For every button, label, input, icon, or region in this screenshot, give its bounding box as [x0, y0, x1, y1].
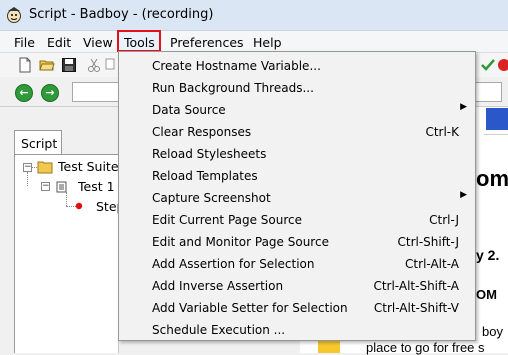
menu-item-run-background-threads[interactable]: Run Background Threads...	[119, 77, 475, 99]
check-icon[interactable]	[480, 57, 496, 73]
menu-item-reload-stylesheets[interactable]: Reload Stylesheets	[119, 143, 475, 165]
menu-view[interactable]: View	[83, 35, 113, 50]
menu-tools[interactable]: Tools	[124, 35, 155, 50]
browser-divider	[484, 134, 508, 135]
cut-icon[interactable]	[86, 57, 102, 73]
page-text-fragment: y 2.	[476, 247, 500, 263]
menu-item-add-inverse-assertion[interactable]: Add Inverse Assertion Ctrl-Alt-Shift-A	[119, 275, 475, 297]
menu-item-add-assertion-for-selection[interactable]: Add Assertion for Selection Ctrl-Alt-A	[119, 253, 475, 275]
badboy-app-icon	[7, 7, 21, 23]
shortcut-label: Ctrl-Shift-J	[397, 235, 460, 249]
shortcut-label: Ctrl-J	[429, 213, 459, 227]
tree-connector	[66, 192, 67, 206]
menu-item-edit-and-monitor-page-source[interactable]: Edit and Monitor Page Source Ctrl-Shift-…	[119, 231, 475, 253]
shortcut-label: Ctrl-Alt-Shift-A	[373, 279, 459, 293]
submenu-arrow-icon: ▶	[460, 102, 467, 112]
tree-connector	[27, 172, 28, 186]
folder-icon	[37, 161, 53, 174]
menu-item-schedule-execution[interactable]: Schedule Execution ...	[119, 319, 475, 341]
menu-item-create-hostname-variable[interactable]: Create Hostname Variable...	[119, 55, 475, 77]
window-title: Script - Badboy - (recording)	[29, 7, 214, 22]
back-button[interactable]: ←	[15, 84, 33, 102]
open-folder-icon[interactable]	[39, 57, 55, 73]
step-bullet-icon	[75, 202, 83, 210]
forward-button[interactable]: →	[41, 84, 59, 102]
test-1-expander[interactable]: −	[41, 182, 50, 191]
browser-header-block	[486, 108, 508, 130]
test-suite-expander[interactable]: −	[23, 163, 32, 172]
menu-edit[interactable]: Edit	[47, 35, 71, 50]
submenu-arrow-icon: ▶	[460, 190, 467, 200]
shortcut-label: Ctrl-Alt-Shift-V	[373, 301, 459, 315]
menu-item-capture-screenshot[interactable]: Capture Screenshot ▶	[119, 187, 475, 209]
shortcut-label: Ctrl-Alt-A	[405, 257, 459, 271]
menu-item-add-variable-setter-for-selection[interactable]: Add Variable Setter for Selection Ctrl-A…	[119, 297, 475, 319]
menu-item-reload-templates[interactable]: Reload Templates	[119, 165, 475, 187]
menu-file[interactable]: File	[14, 35, 35, 50]
page-text-fragment: boy	[482, 324, 503, 339]
menu-item-edit-current-page-source[interactable]: Edit Current Page Source Ctrl-J	[119, 209, 475, 231]
tree-item-test-suite[interactable]: Test Suite	[58, 159, 119, 174]
save-icon[interactable]	[61, 57, 77, 73]
tab-script-label: Script	[21, 136, 58, 151]
tree-item-test-1[interactable]: Test 1	[78, 179, 115, 194]
title-bar: Script - Badboy - (recording)	[0, 0, 508, 31]
new-file-icon[interactable]	[17, 57, 33, 73]
record-icon[interactable]	[496, 57, 508, 73]
tools-dropdown-menu: Create Hostname Variable... Run Backgrou…	[118, 51, 476, 341]
shortcut-label: Ctrl-K	[425, 125, 459, 139]
page-text-fragment: OM	[476, 287, 497, 302]
menu-item-data-source[interactable]: Data Source ▶	[119, 99, 475, 121]
menu-help[interactable]: Help	[253, 35, 282, 50]
menu-item-clear-responses[interactable]: Clear Responses Ctrl-K	[119, 121, 475, 143]
tab-script[interactable]: Script	[14, 130, 62, 155]
menu-preferences[interactable]: Preferences	[170, 35, 244, 50]
page-heading-fragment: om	[476, 166, 508, 191]
